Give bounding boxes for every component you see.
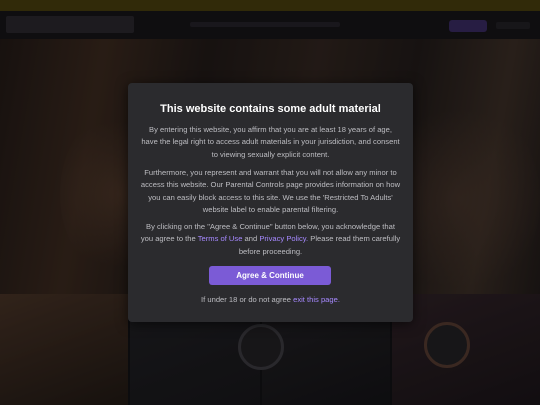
- agreement-text: By clicking on the "Agree & Continue" bu…: [140, 222, 401, 256]
- parental-controls-text: Furthermore, you represent and warrant t…: [140, 168, 401, 215]
- exit-notice: If under 18 or do not agree exit this pa…: [201, 295, 340, 304]
- agree-continue-button[interactable]: Agree & Continue: [209, 266, 331, 285]
- terms-of-use-link[interactable]: Terms of Use: [198, 234, 243, 243]
- privacy-policy-link[interactable]: Privacy Policy.: [259, 234, 308, 243]
- exit-page-link[interactable]: exit this page.: [293, 295, 340, 304]
- age-affirmation-text: By entering this website, you affirm tha…: [141, 125, 400, 159]
- dialog-title: This website contains some adult materia…: [160, 103, 381, 115]
- age-verification-dialog: This website contains some adult materia…: [128, 83, 413, 322]
